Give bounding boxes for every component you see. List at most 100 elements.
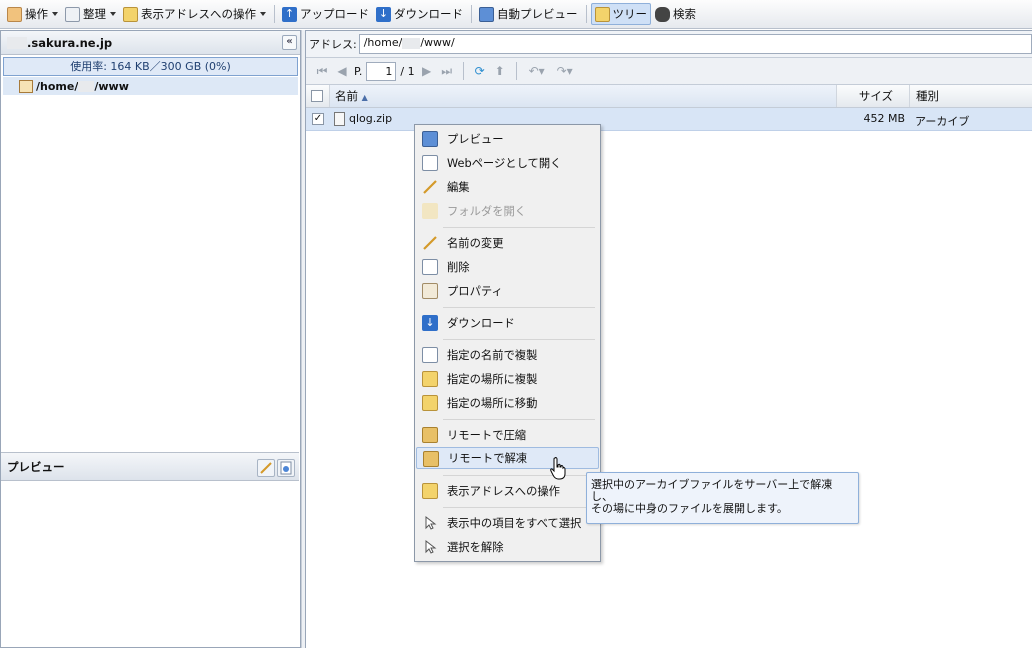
autopreview-label: 自動プレビュー xyxy=(497,7,578,21)
toolbar-divider xyxy=(274,5,275,23)
monitor-icon xyxy=(422,131,438,147)
menu-label: リモートで解凍 xyxy=(448,452,528,465)
menu-item-edit[interactable]: 編集 xyxy=(416,176,599,198)
extract-tooltip: 選択中のアーカイブファイルをサーバー上で解凍 し、 その場に中身のファイルを展開… xyxy=(586,472,859,524)
folder-copy-icon xyxy=(422,371,438,387)
menu-item-copy-named[interactable]: 指定の名前で複製 xyxy=(416,344,599,366)
forward-history-icon[interactable]: ↷▾ xyxy=(553,63,577,79)
menu-item-compress-remote[interactable]: リモートで圧縮 xyxy=(416,424,599,446)
tree-toggle-button[interactable]: ツリー xyxy=(590,3,651,25)
menu-item-extract-remote[interactable]: リモートで解凍 xyxy=(416,447,599,469)
chevron-down-icon xyxy=(260,12,266,16)
menu-item-move-to[interactable]: 指定の場所に移動 xyxy=(416,392,599,414)
column-type-header[interactable]: 種別 xyxy=(910,85,1032,107)
download-button[interactable]: ↓ ダウンロード xyxy=(373,3,466,25)
operate-label: 操作 xyxy=(25,7,48,21)
prev-page-icon[interactable]: ◀ xyxy=(334,63,350,79)
column-name-header[interactable]: 名前 ▲ xyxy=(330,85,837,107)
file-type: アーカイブ xyxy=(915,115,970,128)
menu-separator xyxy=(443,419,595,420)
column-type-label: 種別 xyxy=(916,89,939,103)
menu-label: 編集 xyxy=(447,181,470,194)
redacted-text xyxy=(402,37,421,49)
preview-title: プレビュー xyxy=(7,459,65,474)
pager-bar: ⏮ ◀ P. 1 / 1 ▶ ⏭ ⟳ ⬆ ↶▾ ↷▾ xyxy=(306,58,1032,85)
menu-item-open-web[interactable]: Webページとして開く xyxy=(416,152,599,174)
menu-label: プレビュー xyxy=(447,133,504,146)
menu-separator xyxy=(443,339,595,340)
back-history-icon[interactable]: ↶▾ xyxy=(525,63,549,79)
next-page-icon[interactable]: ▶ xyxy=(419,63,435,79)
server-header: .sakura.ne.jp « xyxy=(1,31,300,55)
menu-item-properties[interactable]: プロパティ xyxy=(416,280,599,302)
address-value-www: /www xyxy=(420,36,452,49)
address-ops-menu-button[interactable]: 表示アドレスへの操作 xyxy=(120,3,269,25)
first-page-icon[interactable]: ⏮ xyxy=(314,63,330,79)
delete-icon xyxy=(422,259,438,275)
tree-label: ツリー xyxy=(612,7,648,21)
search-label: 検索 xyxy=(673,7,696,21)
edit-preview-button[interactable] xyxy=(257,459,275,477)
menu-label: 削除 xyxy=(447,261,470,274)
toolbar-divider xyxy=(471,5,472,23)
menu-item-rename[interactable]: 名前の変更 xyxy=(416,232,599,254)
chevron-down-icon xyxy=(52,12,58,16)
last-page-icon[interactable]: ⏭ xyxy=(439,63,455,79)
main-toolbar: 操作 整理 表示アドレスへの操作 ↑ アップロード ↓ ダウンロード 自動プレビ… xyxy=(0,0,1032,29)
zip-file-icon xyxy=(334,112,345,126)
menu-item-download[interactable]: ↓ ダウンロード xyxy=(416,312,599,334)
page-label: P. xyxy=(354,64,363,78)
menu-separator xyxy=(443,507,595,508)
autopreview-button[interactable]: 自動プレビュー xyxy=(476,3,581,25)
upload-button[interactable]: ↑ アップロード xyxy=(279,3,372,25)
binoculars-icon xyxy=(655,6,670,22)
address-label: アドレス: xyxy=(309,38,357,51)
menu-item-open-folder: フォルダを開く xyxy=(416,200,599,222)
menu-item-preview[interactable]: プレビュー xyxy=(416,128,599,150)
up-folder-icon[interactable]: ⬆ xyxy=(492,63,508,79)
column-size-label: サイズ xyxy=(858,89,893,103)
pencil-folder-icon xyxy=(422,483,438,499)
hand-icon xyxy=(7,6,22,22)
address-input[interactable]: /home/ /www/ xyxy=(358,34,1032,54)
web-page-icon xyxy=(422,155,438,171)
web-page-icon xyxy=(280,461,292,475)
tree-item-home-www[interactable]: /home/ /www xyxy=(3,77,298,95)
pager-divider xyxy=(462,62,464,80)
web-preview-button[interactable] xyxy=(277,459,295,477)
download-label: ダウンロード xyxy=(394,7,463,21)
page-input[interactable]: 1 xyxy=(366,61,397,81)
column-size-header[interactable]: サイズ xyxy=(837,85,910,107)
row-checkbox[interactable]: ✓ xyxy=(312,113,324,125)
menu-label: リモートで圧縮 xyxy=(447,429,527,442)
folder-icon xyxy=(422,203,438,219)
download-arrow-icon: ↓ xyxy=(422,315,438,331)
upload-arrow-icon: ↑ xyxy=(282,6,297,22)
file-size: 452 MB xyxy=(863,112,905,125)
collapse-panel-icon[interactable]: « xyxy=(282,35,297,50)
server-domain: .sakura.ne.jp xyxy=(27,35,113,50)
organize-label: 整理 xyxy=(83,7,106,21)
menu-item-copy-to[interactable]: 指定の場所に複製 xyxy=(416,368,599,390)
search-button[interactable]: 検索 xyxy=(652,3,699,25)
menu-item-select-all[interactable]: 表示中の項目をすべて選択 xyxy=(416,512,599,534)
menu-item-deselect[interactable]: 選択を解除 xyxy=(416,536,599,558)
pencil-icon xyxy=(422,179,438,195)
menu-label: 指定の場所に移動 xyxy=(447,397,538,410)
column-name-label: 名前 xyxy=(335,89,358,103)
column-header-row: 名前 ▲ サイズ 種別 xyxy=(306,85,1032,108)
operate-menu-button[interactable]: 操作 xyxy=(4,3,61,25)
menu-label: 表示中の項目をすべて選択 xyxy=(447,517,582,530)
tooltip-line-1: 選択中のアーカイブファイルをサーバー上で解凍 xyxy=(591,478,833,491)
menu-label: 指定の場所に複製 xyxy=(447,373,538,386)
select-all-checkbox[interactable] xyxy=(311,90,323,102)
menu-item-delete[interactable]: 削除 xyxy=(416,256,599,278)
menu-item-address-ops[interactable]: 表示アドレスへの操作 xyxy=(416,480,599,502)
address-value-slash: / xyxy=(451,36,455,49)
redacted-text xyxy=(78,80,95,92)
file-name: qlog.zip xyxy=(349,112,393,125)
organize-menu-button[interactable]: 整理 xyxy=(62,3,119,25)
menu-label: フォルダを開く xyxy=(447,205,527,218)
context-menu: プレビュー Webページとして開く 編集 フォルダを開く 名前の変更 削除 プロ… xyxy=(414,124,601,562)
refresh-icon[interactable]: ⟳ xyxy=(472,63,488,79)
